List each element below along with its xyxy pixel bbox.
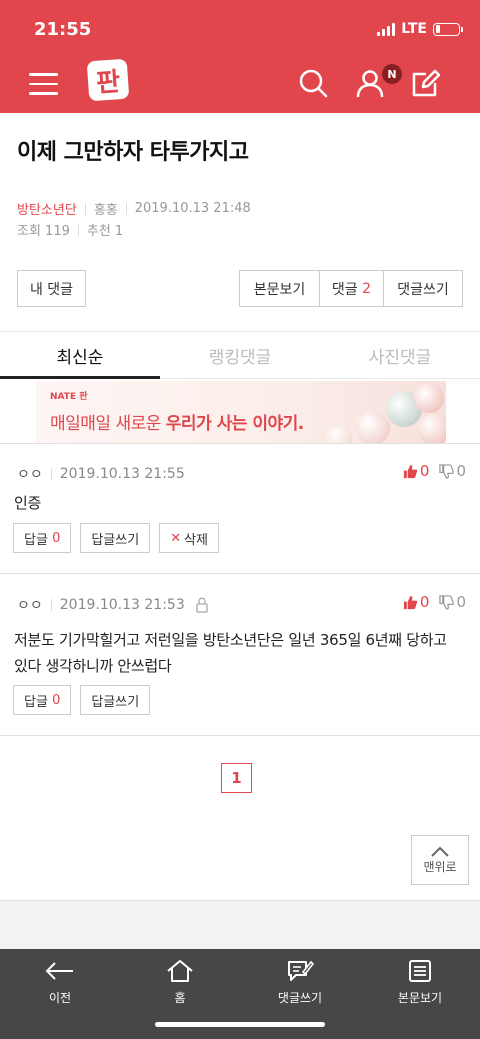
upvote-button[interactable]: 0 bbox=[403, 593, 430, 611]
ad-text-plain: 매일매일 새로운 bbox=[50, 414, 166, 434]
ad-text: 매일매일 새로운 우리가 사는 이야기. bbox=[50, 409, 304, 434]
write-comment-button[interactable]: 댓글쓰기 bbox=[383, 270, 463, 307]
comments-count: 2 bbox=[362, 280, 372, 297]
nav-home-label: 홈 bbox=[174, 991, 186, 1005]
back-arrow-icon bbox=[45, 962, 73, 980]
thumbs-up-icon bbox=[403, 595, 418, 609]
upvote-count: 0 bbox=[419, 593, 430, 611]
tab-latest[interactable]: 최신순 bbox=[0, 332, 160, 379]
menu-button[interactable] bbox=[29, 73, 58, 95]
thumbs-down-icon bbox=[439, 463, 455, 479]
status-time: 21:55 bbox=[34, 19, 92, 40]
article-meta: 방탄소년단 홍홍 2019.10.13 21:48 bbox=[17, 199, 251, 218]
delete-label: 삭제 bbox=[184, 532, 209, 548]
scroll-to-top-button[interactable]: 맨위로 bbox=[411, 835, 469, 885]
user-icon[interactable] bbox=[355, 68, 385, 98]
comment-nickname[interactable]: ㅇㅇ bbox=[17, 464, 43, 484]
tab-ranking[interactable]: 랭킹댓글 bbox=[160, 332, 320, 378]
comment-datetime: 2019.10.13 21:53 bbox=[59, 597, 185, 613]
chevron-up-icon bbox=[431, 846, 449, 857]
view-count: 조회 119 bbox=[17, 224, 70, 239]
comment-item: ㅇㅇ 2019.10.13 21:55 0 0 인증 답글 0 답글쓰기 ✕ 삭제 bbox=[0, 444, 480, 574]
nav-back-label: 이전 bbox=[48, 991, 72, 1005]
comment-header: ㅇㅇ 2019.10.13 21:55 bbox=[17, 464, 185, 484]
page-1-button[interactable]: 1 bbox=[221, 763, 252, 793]
ad-brand: NATE 판 bbox=[50, 392, 88, 402]
downvote-count: 0 bbox=[456, 593, 466, 611]
downvote-button[interactable]: 0 bbox=[439, 462, 466, 480]
view-post-button[interactable]: 본문보기 bbox=[239, 270, 320, 307]
write-reply-button[interactable]: 답글쓰기 bbox=[80, 685, 151, 715]
delete-x-icon: ✕ bbox=[170, 530, 182, 546]
comment-nickname[interactable]: ㅇㅇ bbox=[17, 595, 43, 615]
article-datetime: 2019.10.13 21:48 bbox=[134, 201, 251, 216]
comment-votes: 0 0 bbox=[403, 462, 466, 480]
recommend-count: 추천 1 bbox=[86, 224, 124, 239]
ad-banner[interactable]: NATE 판 매일매일 새로운 우리가 사는 이야기. bbox=[36, 381, 446, 443]
write-icon[interactable] bbox=[411, 68, 441, 98]
thumbs-up-icon bbox=[403, 464, 418, 478]
tab-photo[interactable]: 사진댓글 bbox=[320, 332, 480, 378]
thumbs-down-icon bbox=[439, 594, 455, 610]
to-top-label: 맨위로 bbox=[423, 859, 457, 874]
status-indicators: LTE bbox=[377, 21, 463, 37]
article-title: 이제 그만하자 타투가지고 bbox=[17, 140, 249, 165]
reply-label: 답글 bbox=[24, 532, 48, 548]
article-author-2: 홍홍 bbox=[93, 203, 118, 218]
footer-spacer bbox=[0, 900, 480, 949]
ad-text-bold: 우리가 사는 이야기. bbox=[165, 414, 304, 434]
battery-icon bbox=[433, 22, 463, 36]
comment-body: 인증 bbox=[14, 494, 42, 512]
lock-icon bbox=[196, 597, 208, 613]
my-comments-button[interactable]: 내 댓글 bbox=[17, 270, 86, 307]
upvote-button[interactable]: 0 bbox=[403, 462, 430, 480]
comment-actions: 답글 0 답글쓰기 bbox=[13, 685, 151, 715]
delete-button[interactable]: ✕ 삭제 bbox=[159, 523, 220, 553]
reply-label: 답글 bbox=[24, 694, 48, 710]
reply-count: 0 bbox=[52, 692, 61, 708]
comment-sort-tabs: 최신순 랭킹댓글 사진댓글 bbox=[0, 332, 480, 379]
document-icon bbox=[409, 960, 431, 982]
nav-write-comment-label: 댓글쓰기 bbox=[277, 991, 323, 1005]
article-button-group: 본문보기 댓글 2 댓글쓰기 bbox=[239, 270, 463, 307]
home-indicator bbox=[155, 1022, 325, 1027]
comment-actions: 답글 0 답글쓰기 ✕ 삭제 bbox=[13, 523, 220, 553]
search-icon[interactable] bbox=[298, 68, 328, 98]
reply-count: 0 bbox=[52, 530, 61, 546]
comment-body: 저분도 기가막힐거고 저런일을 방탄소년단은 일년 365일 6년째 당하고 있… bbox=[14, 631, 447, 675]
comment-datetime: 2019.10.13 21:55 bbox=[59, 466, 185, 482]
comment-votes: 0 0 bbox=[403, 593, 466, 611]
article-stats: 조회 119 추천 1 bbox=[17, 220, 123, 239]
reply-button[interactable]: 답글 0 bbox=[13, 523, 72, 553]
top-bar: 21:55 LTE 판 N bbox=[0, 0, 480, 113]
pann-logo[interactable]: 판 bbox=[86, 58, 130, 102]
nav-view-post[interactable]: 본문보기 bbox=[360, 949, 480, 1039]
home-icon bbox=[167, 960, 193, 982]
write-comment-icon bbox=[288, 960, 314, 981]
article-author[interactable]: 방탄소년단 bbox=[17, 199, 77, 218]
signal-icon bbox=[377, 22, 396, 36]
upvote-count: 0 bbox=[419, 462, 430, 480]
downvote-count: 0 bbox=[456, 462, 466, 480]
nav-view-post-label: 본문보기 bbox=[397, 991, 443, 1005]
reply-button[interactable]: 답글 0 bbox=[13, 685, 72, 715]
write-reply-button[interactable]: 답글쓰기 bbox=[80, 523, 151, 553]
comments-label: 댓글 bbox=[331, 281, 358, 298]
nav-back[interactable]: 이전 bbox=[0, 949, 120, 1039]
comments-button[interactable]: 댓글 2 bbox=[319, 270, 384, 307]
comment-header: ㅇㅇ 2019.10.13 21:53 bbox=[17, 595, 209, 615]
downvote-button[interactable]: 0 bbox=[439, 593, 466, 611]
network-label: LTE bbox=[401, 21, 427, 37]
comment-item: ㅇㅇ 2019.10.13 21:53 0 0 저분도 기가막힐거고 저런일을 … bbox=[0, 575, 480, 736]
notification-badge[interactable]: N bbox=[382, 64, 402, 84]
